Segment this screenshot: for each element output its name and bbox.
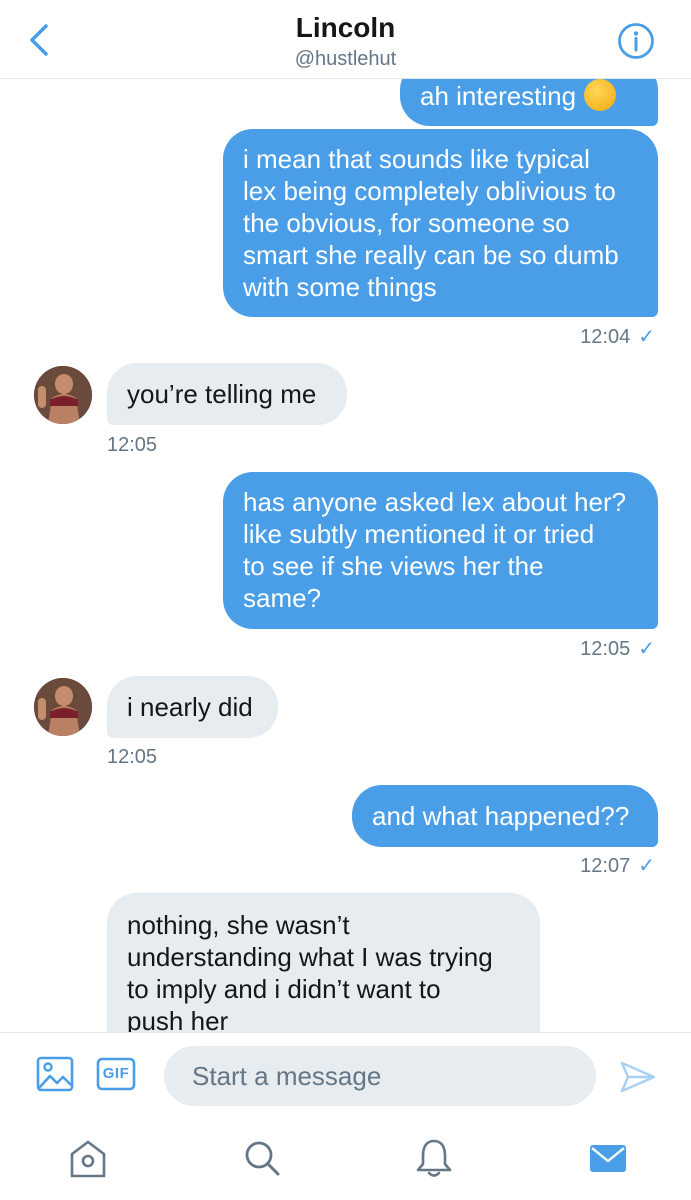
avatar-image <box>34 678 92 736</box>
message-text: you’re telling me <box>127 379 317 409</box>
time-text: 12:05 <box>580 638 631 660</box>
message-line: nothing, she wasn’t <box>127 910 350 940</box>
outgoing-message[interactable]: i mean that sounds like typical lex bein… <box>223 129 658 317</box>
outgoing-message[interactable]: ah interesting <box>400 78 658 126</box>
message-composer: GIF <box>0 1032 691 1123</box>
gif-button[interactable]: GIF <box>96 1055 136 1093</box>
tab-bar <box>0 1122 691 1200</box>
message-line: has anyone asked lex about her? <box>243 487 627 517</box>
time-text: 12:04 <box>580 326 631 348</box>
message-line: lex being completely oblivious to <box>243 176 616 206</box>
message-line: understanding what I was trying <box>127 942 493 972</box>
gif-label: GIF <box>102 1065 130 1082</box>
messages-envelope-icon <box>590 1145 626 1172</box>
image-icon <box>36 1056 74 1092</box>
message-line: like subtly mentioned it or tried <box>243 519 595 549</box>
outgoing-message[interactable]: has anyone asked lex about her? like sub… <box>223 472 658 629</box>
tab-search[interactable] <box>242 1136 282 1180</box>
search-icon <box>245 1141 280 1176</box>
avatar-image <box>34 366 92 424</box>
time-text: 12:07 <box>580 855 631 877</box>
avatar[interactable] <box>34 678 92 736</box>
thinking-face-icon <box>584 79 617 112</box>
contact-name: Lincoln <box>295 12 396 43</box>
message-timestamp: 12:07 ✓ <box>580 853 655 878</box>
message-line: smart she really can be so dumb <box>243 240 619 270</box>
time-text: 12:05 <box>107 746 158 768</box>
message-text: and what happened?? <box>372 801 630 831</box>
incoming-message[interactable]: nothing, she wasn’t understanding what I… <box>107 893 540 1032</box>
message-text: ah interesting <box>420 81 577 111</box>
time-text: 12:05 <box>107 434 158 456</box>
home-icon <box>70 1140 106 1178</box>
message-line: push her <box>127 1006 229 1032</box>
notifications-bell-icon <box>416 1139 452 1177</box>
read-check-icon: ✓ <box>638 326 655 348</box>
message-timestamp: 12:05 <box>107 746 157 769</box>
incoming-message[interactable]: i nearly did <box>107 676 278 738</box>
message-timestamp: 12:05 ✓ <box>580 636 655 661</box>
add-image-button[interactable] <box>36 1055 74 1093</box>
info-icon <box>618 23 654 59</box>
send-icon <box>620 1061 656 1093</box>
info-button[interactable] <box>617 22 655 60</box>
avatar[interactable] <box>34 366 92 424</box>
tab-messages[interactable] <box>588 1136 628 1180</box>
message-line: same? <box>243 583 322 613</box>
message-input[interactable] <box>164 1046 596 1106</box>
outgoing-message[interactable]: and what happened?? <box>352 785 658 847</box>
incoming-message[interactable]: you’re telling me <box>107 363 347 425</box>
contact-handle: @hustlehut <box>294 48 397 70</box>
conversation-header: Lincoln @hustlehut <box>0 0 691 79</box>
tab-home[interactable] <box>68 1136 108 1180</box>
tab-notifications[interactable] <box>414 1136 454 1180</box>
message-timestamp: 12:04 ✓ <box>580 324 655 349</box>
message-timestamp: 12:05 <box>107 434 157 457</box>
message-line: to see if she views her the <box>243 551 544 581</box>
message-text: i nearly did <box>127 692 253 722</box>
message-line: to imply and i didn’t want to <box>127 974 441 1004</box>
conversation-title-block[interactable]: Lincoln @hustlehut <box>0 10 691 72</box>
message-thread[interactable]: ah interesting i mean that sounds like t… <box>0 78 691 1032</box>
send-button[interactable] <box>618 1057 658 1097</box>
read-check-icon: ✓ <box>638 638 655 660</box>
message-line: with some things <box>243 272 437 302</box>
read-check-icon: ✓ <box>638 855 655 877</box>
message-line: i mean that sounds like typical <box>243 144 590 174</box>
message-line: the obvious, for someone so <box>243 208 570 238</box>
